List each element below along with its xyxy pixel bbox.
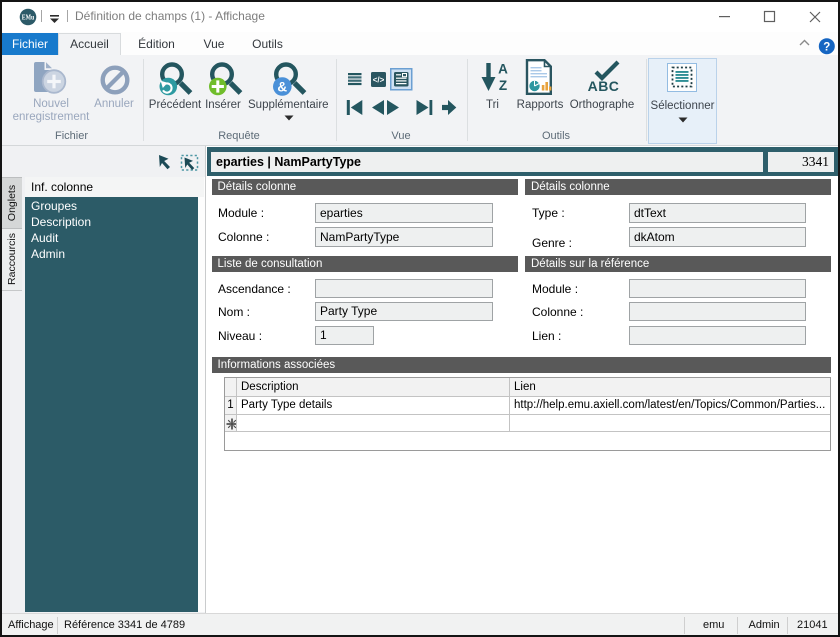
svg-text:&: &	[277, 79, 287, 94]
svg-text:Z: Z	[499, 78, 507, 93]
svg-text:?: ?	[823, 41, 830, 53]
svg-text:A: A	[498, 62, 508, 77]
svg-text:</>: </>	[372, 76, 384, 85]
svg-text:ABC: ABC	[588, 78, 620, 94]
svg-text:EMu: EMu	[22, 14, 35, 22]
